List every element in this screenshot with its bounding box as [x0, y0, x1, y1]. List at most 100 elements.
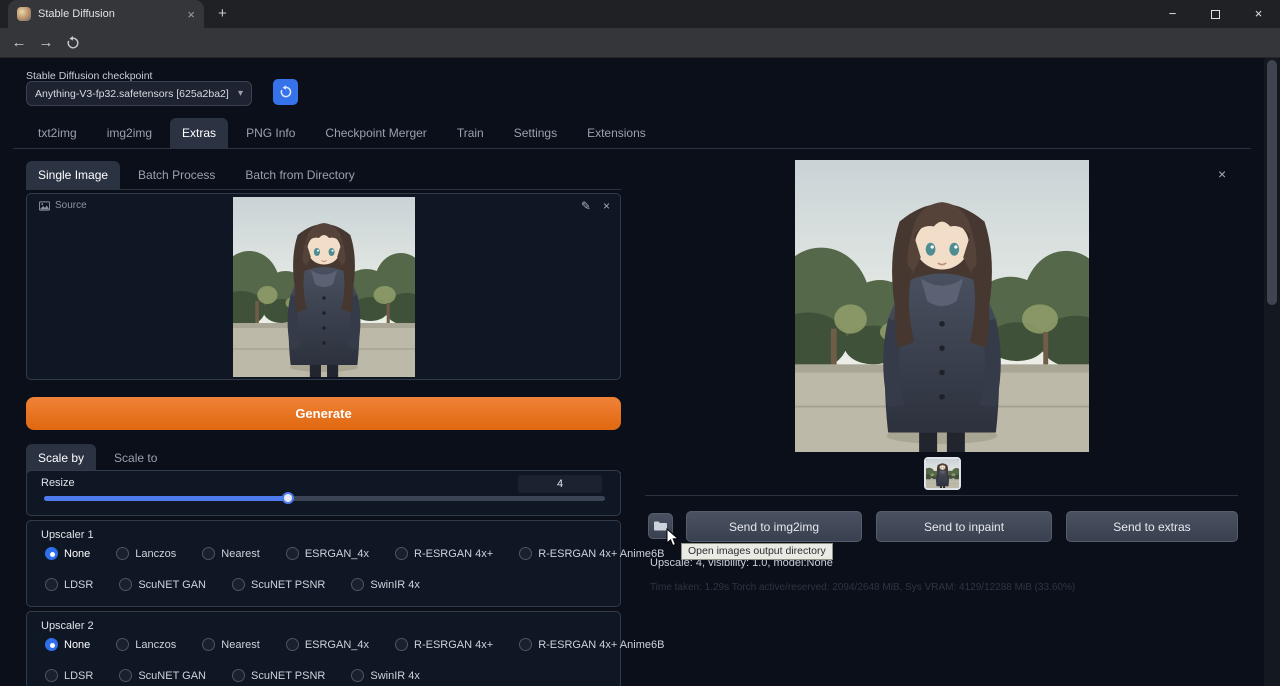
refresh-icon — [279, 85, 293, 99]
send-to-img2img-button[interactable]: Send to img2img — [686, 511, 862, 542]
page-scrollbar — [1264, 58, 1280, 686]
new-tab-button[interactable]: + — [218, 6, 227, 22]
upscaler-1-options-row-1: None Lanczos Nearest ESRGAN_4x R-ESRGAN … — [45, 547, 664, 560]
upscaler2-option-esrgan-4x[interactable]: ESRGAN_4x — [286, 638, 369, 651]
tab-scale-to[interactable]: Scale to — [102, 444, 169, 472]
checkpoint-dropdown[interactable]: Anything-V3-fp32.safetensors [625a2ba2] … — [26, 81, 252, 106]
radio-icon — [395, 638, 408, 651]
slider-fill — [44, 496, 288, 501]
radio-icon — [45, 638, 58, 651]
radio-icon — [395, 547, 408, 560]
mouse-cursor — [666, 528, 679, 547]
reload-button[interactable] — [60, 36, 86, 50]
radio-icon — [202, 547, 215, 560]
edit-image-icon[interactable]: ✎ — [581, 199, 591, 213]
upscaler2-option-nearest[interactable]: Nearest — [202, 638, 260, 651]
upscaler1-option-ldsr[interactable]: LDSR — [45, 578, 93, 591]
folder-tooltip: Open images output directory — [681, 543, 833, 560]
upscaler1-option-r-esrgan-anime6b[interactable]: R-ESRGAN 4x+ Anime6B — [519, 547, 664, 560]
tab-single-image[interactable]: Single Image — [26, 161, 120, 189]
radio-icon — [119, 669, 132, 682]
upscaler2-option-r-esrgan-4x[interactable]: R-ESRGAN 4x+ — [395, 638, 493, 651]
tab-batch-process[interactable]: Batch Process — [126, 161, 227, 189]
browser-tab[interactable]: Stable Diffusion × — [8, 0, 204, 28]
upscaler2-option-swinir-4x[interactable]: SwinIR 4x — [351, 669, 420, 682]
upscaler-1-options-row-2: LDSR ScuNET GAN ScuNET PSNR SwinIR 4x — [45, 578, 420, 591]
clear-image-icon[interactable]: × — [603, 199, 610, 213]
tab-extensions[interactable]: Extensions — [575, 118, 658, 148]
scrollbar-thumb[interactable] — [1267, 60, 1277, 305]
main-tab-bar: txt2img img2img Extras PNG Info Checkpoi… — [13, 118, 1251, 149]
gallery-close-icon[interactable]: × — [1218, 166, 1226, 182]
back-button[interactable]: ← — [6, 28, 32, 58]
resize-slider[interactable] — [44, 496, 605, 501]
generate-button[interactable]: Generate — [26, 397, 621, 430]
chevron-down-icon: ▾ — [238, 88, 243, 99]
radio-icon — [45, 669, 58, 682]
source-label: Source — [55, 200, 87, 211]
radio-icon — [202, 638, 215, 651]
send-to-extras-button[interactable]: Send to extras — [1066, 511, 1238, 542]
upscaler1-option-scunet-gan[interactable]: ScuNET GAN — [119, 578, 206, 591]
upscaler2-option-scunet-psnr[interactable]: ScuNET PSNR — [232, 669, 325, 682]
browser-toolbar: ← → i 127.0.0.1:7860 ★ G ⋮ — [0, 28, 1280, 58]
result-thumbnail[interactable] — [924, 457, 961, 490]
tab-png-info[interactable]: PNG Info — [234, 118, 307, 148]
source-image[interactable] — [233, 197, 415, 377]
maximize-button[interactable] — [1194, 0, 1237, 28]
image-icon — [39, 201, 50, 211]
radio-icon — [232, 669, 245, 682]
refresh-checkpoint-button[interactable] — [273, 79, 298, 105]
upscaler2-option-none[interactable]: None — [45, 638, 90, 651]
output-divider — [645, 495, 1238, 496]
tab-txt2img[interactable]: txt2img — [26, 118, 89, 148]
resize-panel: Resize 4 — [26, 470, 621, 516]
close-window-button[interactable]: × — [1237, 0, 1280, 28]
upscaler1-option-none[interactable]: None — [45, 547, 90, 560]
window-controls: − × — [1151, 0, 1280, 28]
upscaler1-option-lanczos[interactable]: Lanczos — [116, 547, 176, 560]
source-label-row: Source — [39, 200, 87, 211]
reload-icon — [66, 36, 80, 50]
tab-batch-from-directory[interactable]: Batch from Directory — [233, 161, 366, 189]
upscaler2-option-lanczos[interactable]: Lanczos — [116, 638, 176, 651]
upscaler-2-panel: Upscaler 2 None Lanczos Nearest ESRGAN_4… — [26, 611, 621, 686]
slider-handle[interactable] — [282, 492, 294, 504]
upscaler1-option-scunet-psnr[interactable]: ScuNET PSNR — [232, 578, 325, 591]
tab-img2img[interactable]: img2img — [95, 118, 164, 148]
radio-icon — [286, 547, 299, 560]
upscaler2-option-scunet-gan[interactable]: ScuNET GAN — [119, 669, 206, 682]
radio-icon — [119, 578, 132, 591]
tab-title: Stable Diffusion — [38, 8, 180, 20]
resize-value-input[interactable]: 4 — [518, 475, 602, 493]
tab-scale-by[interactable]: Scale by — [26, 444, 96, 472]
upscaler1-option-esrgan-4x[interactable]: ESRGAN_4x — [286, 547, 369, 560]
upscaler2-option-ldsr[interactable]: LDSR — [45, 669, 93, 682]
upscaler1-option-swinir-4x[interactable]: SwinIR 4x — [351, 578, 420, 591]
radio-icon — [351, 578, 364, 591]
resize-label: Resize — [41, 477, 75, 489]
minimize-button[interactable]: − — [1151, 0, 1194, 28]
radio-icon — [232, 578, 245, 591]
tab-checkpoint-merger[interactable]: Checkpoint Merger — [313, 118, 438, 148]
performance-info-text: Time taken: 1.29s Torch active/reserved:… — [650, 582, 1075, 593]
upscaler2-option-r-esrgan-anime6b[interactable]: R-ESRGAN 4x+ Anime6B — [519, 638, 664, 651]
radio-icon — [351, 669, 364, 682]
anime-scene-graphic — [795, 160, 1089, 452]
anime-scene-graphic — [926, 459, 959, 488]
tab-extras[interactable]: Extras — [170, 118, 228, 148]
result-image[interactable] — [795, 160, 1089, 452]
upscaler1-option-nearest[interactable]: Nearest — [202, 547, 260, 560]
tab-close-icon[interactable]: × — [187, 8, 195, 21]
radio-icon — [519, 638, 532, 651]
source-image-dropzone[interactable]: Source ✎ × — [26, 193, 621, 380]
tab-train[interactable]: Train — [445, 118, 496, 148]
radio-icon — [116, 638, 129, 651]
source-actions: ✎ × — [581, 199, 610, 213]
tab-settings[interactable]: Settings — [502, 118, 569, 148]
send-to-inpaint-button[interactable]: Send to inpaint — [876, 511, 1052, 542]
radio-icon — [519, 547, 532, 560]
scale-tab-bar: Scale by Scale to — [26, 443, 621, 473]
forward-button[interactable]: → — [33, 28, 59, 58]
upscaler1-option-r-esrgan-4x[interactable]: R-ESRGAN 4x+ — [395, 547, 493, 560]
